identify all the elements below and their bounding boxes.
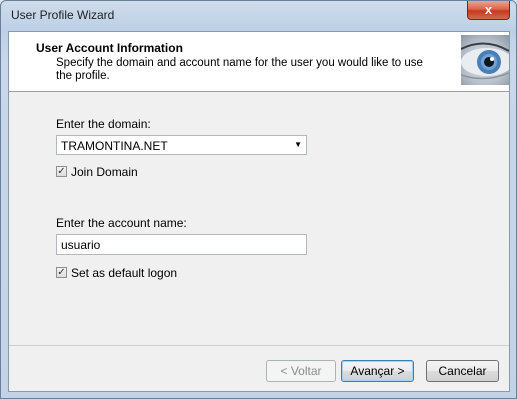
wizard-client-area: User Account Information Specify the dom… — [8, 31, 510, 392]
close-icon: x — [484, 2, 493, 17]
window-title: User Profile Wizard — [11, 8, 115, 22]
title-bar[interactable]: User Profile Wizard x — [1, 1, 517, 31]
page-title: User Account Information — [36, 41, 183, 55]
cancel-button[interactable]: Cancelar — [426, 360, 499, 382]
default-logon-checkbox[interactable]: ✓ — [56, 267, 67, 278]
default-logon-label[interactable]: Set as default logon — [71, 266, 177, 280]
account-name-value: usuario — [61, 238, 101, 252]
page-subtitle: Specify the domain and account name for … — [56, 57, 423, 82]
join-domain-label[interactable]: Join Domain — [71, 165, 138, 179]
close-button[interactable]: x — [467, 1, 510, 20]
button-separator — [9, 345, 509, 346]
eye-icon — [461, 35, 509, 85]
account-name-input[interactable]: usuario — [56, 234, 307, 255]
account-label: Enter the account name: — [56, 216, 187, 230]
domain-value: TRAMONTINA.NET — [61, 139, 168, 153]
window-frame: User Profile Wizard x User Account Infor… — [0, 0, 517, 399]
wizard-header: User Account Information Specify the dom… — [9, 32, 509, 92]
join-domain-checkbox[interactable]: ✓ — [56, 166, 67, 177]
domain-dropdown[interactable]: TRAMONTINA.NET ▼ — [56, 135, 307, 155]
back-button[interactable]: < Voltar — [266, 360, 336, 382]
chevron-down-icon[interactable]: ▼ — [294, 140, 302, 149]
domain-label: Enter the domain: — [56, 117, 151, 131]
next-button[interactable]: Avançar > — [341, 360, 414, 382]
